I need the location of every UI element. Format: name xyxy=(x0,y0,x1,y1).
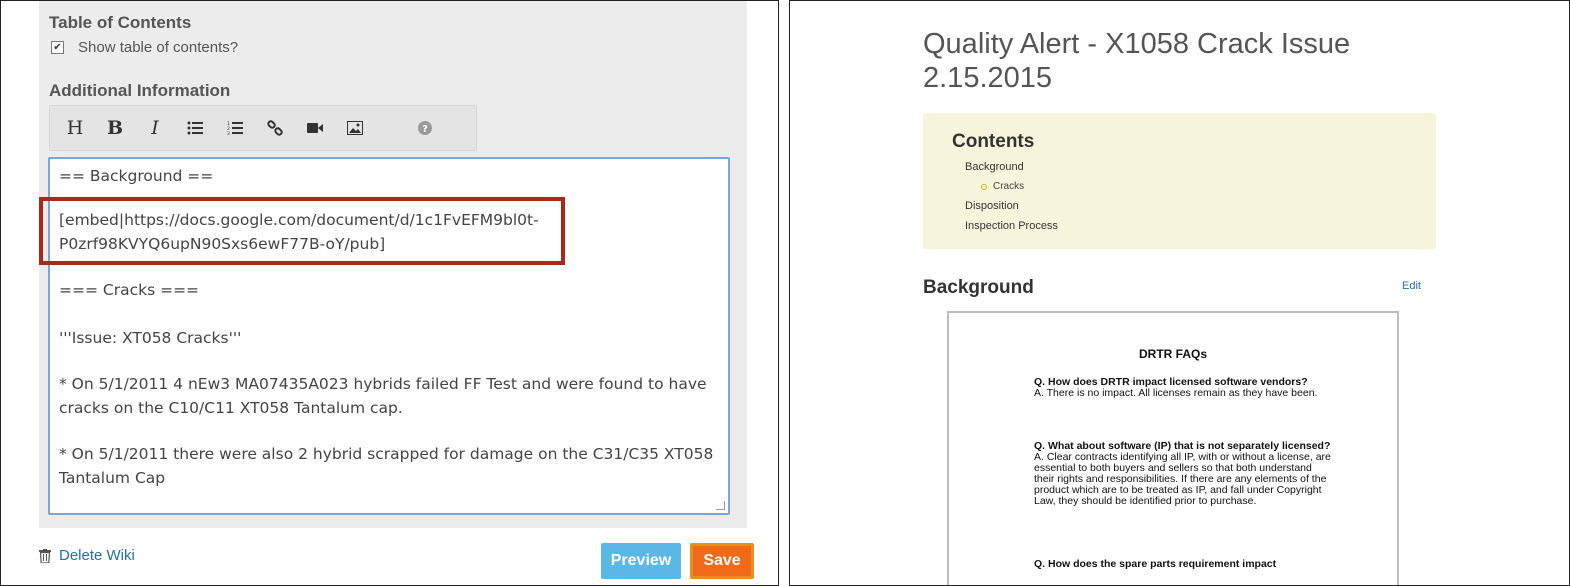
toc-item-background[interactable]: Background xyxy=(965,161,1024,173)
delete-wiki-label: Delete Wiki xyxy=(59,547,135,564)
delete-wiki-link[interactable]: Delete Wiki xyxy=(39,547,135,564)
toc-checkbox-row[interactable]: ✔ Show table of contents? xyxy=(51,39,238,56)
faq-question: Q. How does the spare parts requirement … xyxy=(1034,558,1277,570)
toc-item-disposition[interactable]: Disposition xyxy=(965,200,1019,212)
editor-toolbar: H B I 123 ? xyxy=(49,105,477,151)
link-icon[interactable] xyxy=(260,113,290,143)
page-title: Quality Alert - X1058 Crack Issue 2.15.2… xyxy=(923,28,1351,94)
editor-line: '''Issue: XT058 Cracks''' xyxy=(59,329,242,347)
trash-icon xyxy=(39,548,51,563)
bold-button[interactable]: B xyxy=(100,113,130,143)
bullet-icon xyxy=(981,183,987,190)
toc-section-title: Table of Contents xyxy=(49,13,192,32)
heading-button[interactable]: H xyxy=(60,113,90,143)
bulleted-list-icon[interactable] xyxy=(180,113,210,143)
video-icon[interactable] xyxy=(300,113,330,143)
toc-checkbox-label: Show table of contents? xyxy=(78,39,239,56)
resize-handle[interactable] xyxy=(716,501,725,510)
wiki-preview-panel: Quality Alert - X1058 Crack Issue 2.15.2… xyxy=(789,0,1570,586)
table-of-contents: Contents Background Cracks Disposition I… xyxy=(923,113,1436,249)
editor-line: == Background == xyxy=(59,167,214,185)
wiki-editor-panel: Table of Contents ✔ Show table of conten… xyxy=(0,0,779,586)
additional-info-title: Additional Information xyxy=(49,81,231,100)
toc-title: Contents xyxy=(952,131,1035,152)
faq-item: Q. What about software (IP) that is not … xyxy=(1034,441,1334,507)
preview-button[interactable]: Preview xyxy=(601,543,681,579)
italic-button[interactable]: I xyxy=(140,113,170,143)
embed-doc-title: DRTR FAQs xyxy=(1138,347,1207,361)
numbered-list-icon[interactable]: 123 xyxy=(220,113,250,143)
embed-highlight-box xyxy=(39,197,565,265)
faq-item: Q. How does DRTR impact licensed softwar… xyxy=(1034,377,1334,399)
svg-text:?: ? xyxy=(422,124,428,135)
save-button[interactable]: Save xyxy=(690,543,754,579)
editor-line: * On 5/1/2011 there were also 2 hybrid s… xyxy=(59,445,714,463)
editor-line: * On 5/1/2011 4 nEw3 MA07435A023 hybrids… xyxy=(59,375,707,393)
help-icon[interactable]: ? xyxy=(410,113,440,143)
image-icon[interactable] xyxy=(340,113,370,143)
svg-text:3: 3 xyxy=(227,131,230,136)
editor-line: === Cracks === xyxy=(59,281,200,299)
faq-answer: A. Clear contracts identifying all IP, w… xyxy=(1034,451,1331,507)
editor-line: cracks on the C10/C11 XT058 Tantalum cap… xyxy=(59,399,403,417)
embedded-document[interactable]: DRTR FAQs Q. How does DRTR impact licens… xyxy=(947,311,1399,585)
toc-item-cracks-label: Cracks xyxy=(993,181,1025,192)
faq-item: Q. How does the spare parts requirement … xyxy=(1034,559,1334,570)
editor-line: Tantalum Cap xyxy=(59,469,166,487)
toc-checkbox[interactable]: ✔ xyxy=(51,41,64,54)
faq-answer: A. There is no impact. All licenses rema… xyxy=(1034,387,1318,399)
section-heading-background: Background xyxy=(923,277,1034,298)
toc-item-cracks[interactable]: Cracks xyxy=(981,181,1024,192)
edit-section-link[interactable]: Edit xyxy=(1402,280,1421,292)
toc-item-inspection[interactable]: Inspection Process xyxy=(965,220,1058,232)
